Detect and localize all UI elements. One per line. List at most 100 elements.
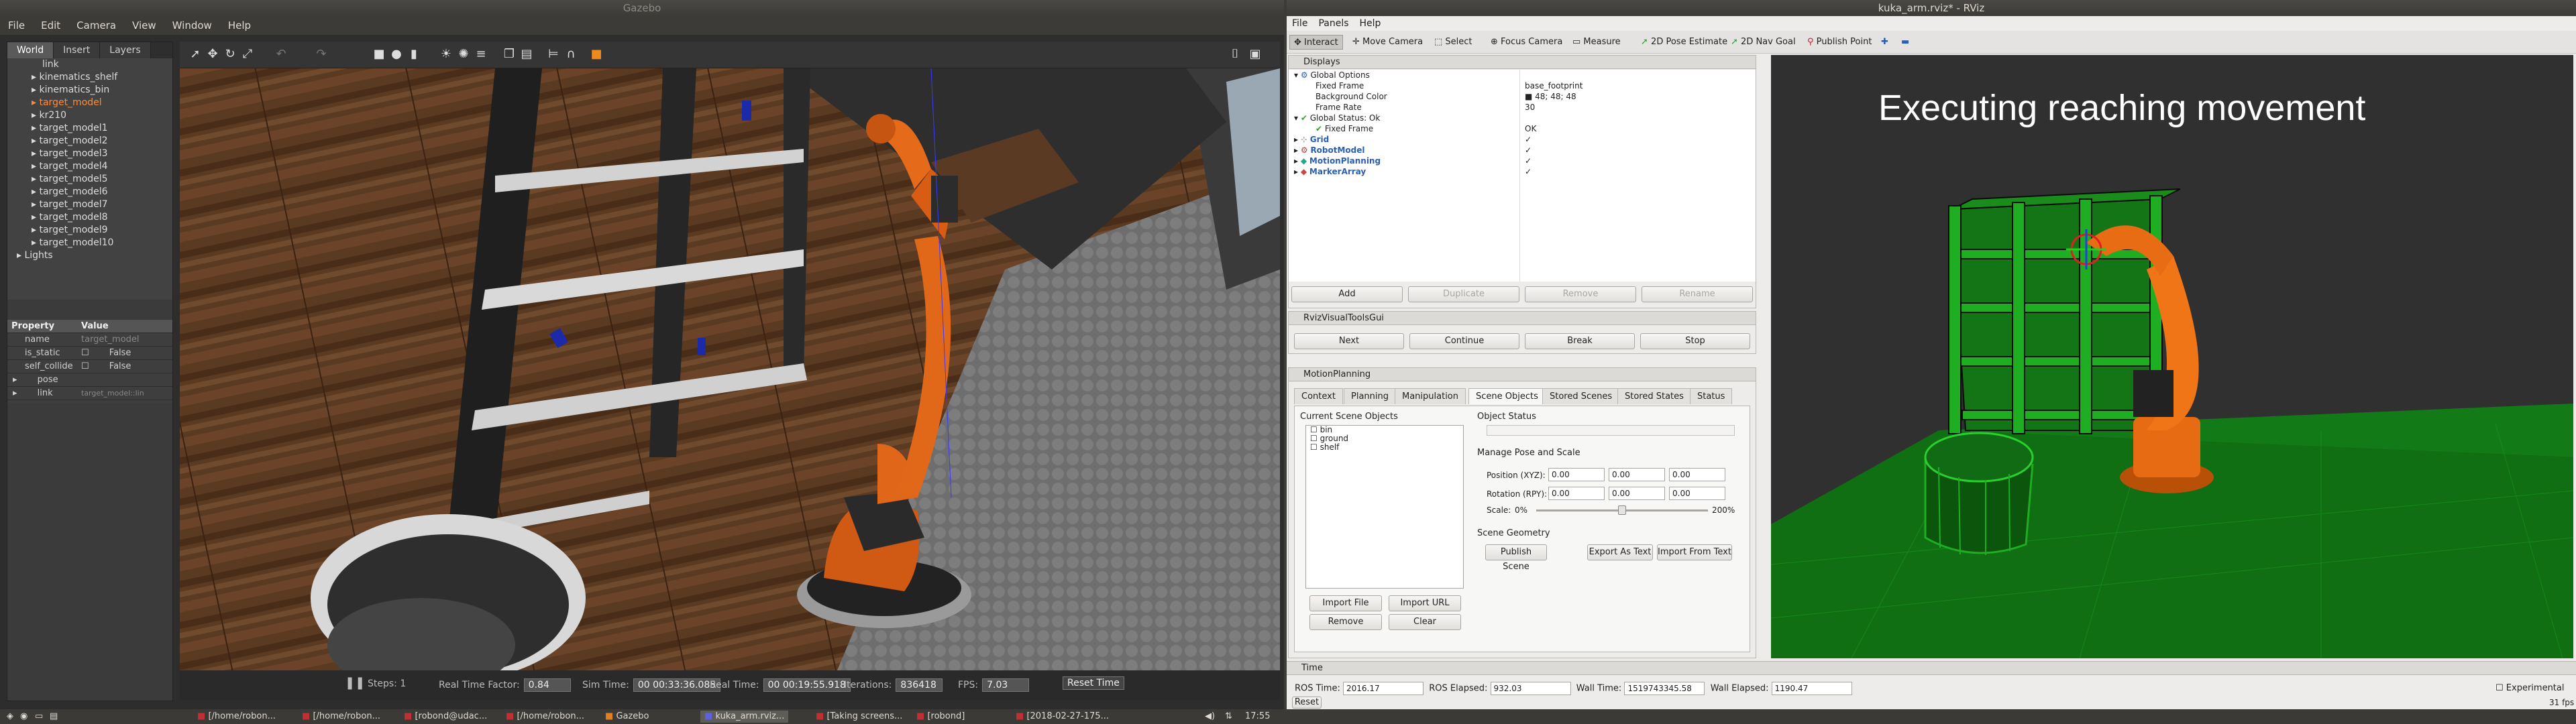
scale-icon[interactable]: ⤢ bbox=[240, 47, 255, 62]
taskbar-item[interactable]: ■ [robond@udac... bbox=[400, 711, 491, 723]
log-icon[interactable]: ▣ bbox=[1248, 47, 1263, 62]
position-y-input[interactable]: 0.00 bbox=[1609, 468, 1665, 481]
tab-insert[interactable]: Insert bbox=[54, 42, 101, 58]
terminal-icon[interactable]: ▭ bbox=[31, 711, 47, 723]
tree-item[interactable]: ▸ kinematics_shelf bbox=[7, 71, 172, 84]
continue-button[interactable]: Continue bbox=[1409, 333, 1519, 349]
tree-item-lights[interactable]: ▸ Lights bbox=[7, 249, 172, 262]
display-row[interactable]: ▸ ◆ MotionPlanning ✓ bbox=[1289, 156, 1756, 166]
display-row[interactable]: Frame Rate 30 bbox=[1289, 102, 1756, 113]
rotation-r-input[interactable]: 0.00 bbox=[1548, 487, 1605, 500]
display-checkbox[interactable]: ✓ bbox=[1525, 156, 1532, 166]
property-row[interactable]: is_static ☐ False bbox=[7, 347, 172, 360]
break-button[interactable]: Break bbox=[1525, 333, 1635, 349]
next-button[interactable]: Next bbox=[1294, 333, 1404, 349]
position-z-input[interactable]: 0.00 bbox=[1669, 468, 1725, 481]
taskbar-item[interactable]: ■ Gazebo bbox=[601, 711, 653, 723]
tree-item[interactable]: ▸ target_model8 bbox=[7, 211, 172, 224]
list-item[interactable]: ☐ shelf bbox=[1306, 443, 1463, 452]
tab-scene-objects[interactable]: Scene Objects bbox=[1468, 388, 1546, 404]
taskbar-item[interactable]: ■ [/home/robon... bbox=[502, 711, 588, 723]
rviz-3d-viewport[interactable]: Executing reaching movement bbox=[1771, 55, 2573, 658]
display-row[interactable]: ▸ ⚙ RobotModel ✓ bbox=[1289, 145, 1756, 156]
start-menu-icon[interactable]: ◈ bbox=[3, 711, 17, 723]
taskbar-item[interactable]: ■ [2018-02-27-175... bbox=[1012, 711, 1113, 723]
spot-light-icon[interactable]: ✺ bbox=[456, 47, 471, 62]
clock[interactable]: 17:55 bbox=[1241, 711, 1274, 723]
pose-estimate-tool[interactable]: ➚ 2D Pose Estimate bbox=[1637, 35, 1731, 50]
property-row[interactable]: name target_model bbox=[7, 333, 172, 347]
select-arrow-icon[interactable]: ➚ bbox=[188, 47, 203, 62]
directional-light-icon[interactable]: ≡ bbox=[474, 47, 488, 62]
taskbar-item[interactable]: ■ [/home/robon... bbox=[298, 711, 384, 723]
tab-stored-states[interactable]: Stored States bbox=[1617, 388, 1691, 404]
taskbar-item[interactable]: ■ [/home/robon... bbox=[193, 711, 280, 723]
tab-manipulation[interactable]: Manipulation bbox=[1395, 388, 1466, 404]
tree-item-link[interactable]: link bbox=[7, 58, 172, 71]
tree-item[interactable]: ▸ kr210 bbox=[7, 109, 172, 122]
tree-item[interactable]: ▸ target_model10 bbox=[7, 237, 172, 249]
point-light-icon[interactable]: ☀ bbox=[439, 47, 453, 62]
display-row[interactable]: Background Color ■ 48; 48; 48 bbox=[1289, 91, 1756, 102]
files-icon[interactable]: ▤ bbox=[46, 711, 62, 723]
snap-icon[interactable]: ∩ bbox=[564, 47, 578, 62]
clear-objects-button[interactable]: Clear bbox=[1389, 614, 1461, 630]
steps-field[interactable]: Steps: 1 bbox=[368, 678, 406, 689]
publish-point-tool[interactable]: ⚲ Publish Point bbox=[1803, 35, 1876, 50]
display-value[interactable]: base_footprint bbox=[1525, 80, 1582, 91]
property-row[interactable]: ▸ pose bbox=[7, 373, 172, 387]
display-checkbox[interactable]: ✓ bbox=[1525, 134, 1532, 145]
sphere-shape-icon[interactable]: ● bbox=[389, 47, 404, 62]
screenshot-camera-icon[interactable]: ⌷ bbox=[1228, 47, 1242, 62]
tab-stored-scenes[interactable]: Stored Scenes bbox=[1542, 388, 1620, 404]
focus-camera-tool[interactable]: ⊕ Focus Camera bbox=[1487, 35, 1566, 50]
tab-world[interactable]: World bbox=[7, 42, 54, 58]
undo-icon[interactable]: ↶ bbox=[274, 47, 288, 62]
cylinder-shape-icon[interactable]: ▮ bbox=[407, 47, 421, 62]
menu-window[interactable]: Window bbox=[164, 16, 220, 35]
tree-item-selected[interactable]: ▸ target_model bbox=[7, 97, 172, 109]
menu-help[interactable]: Help bbox=[220, 16, 259, 35]
scale-slider-thumb[interactable] bbox=[1618, 505, 1626, 515]
paste-icon[interactable]: ▤ bbox=[519, 47, 534, 62]
tree-item[interactable]: ▸ target_model9 bbox=[7, 224, 172, 237]
scale-slider[interactable] bbox=[1536, 505, 1708, 515]
nav-goal-tool[interactable]: ➚ 2D Nav Goal bbox=[1727, 35, 1800, 50]
display-row[interactable]: ▸ ◆ MarkerArray ✓ bbox=[1289, 166, 1756, 177]
reset-time-button[interactable]: Reset Time bbox=[1063, 676, 1124, 690]
display-row[interactable]: ✔ Fixed Frame OK bbox=[1289, 123, 1756, 134]
display-row[interactable]: ▾ ✔ Global Status: Ok bbox=[1289, 113, 1756, 123]
taskbar-item-active[interactable]: ■ kuka_arm.rviz... bbox=[700, 711, 789, 723]
display-checkbox[interactable]: ✓ bbox=[1525, 166, 1532, 177]
menu-edit[interactable]: Edit bbox=[33, 16, 68, 35]
self-collide-checkbox[interactable]: ☐ False bbox=[81, 360, 131, 373]
rotation-p-input[interactable]: 0.00 bbox=[1609, 487, 1665, 500]
interact-tool[interactable]: ✥ Interact bbox=[1289, 35, 1343, 50]
menu-view[interactable]: View bbox=[124, 16, 164, 35]
rotate-icon[interactable]: ↻ bbox=[223, 47, 237, 62]
taskbar-item[interactable]: ■ [Taking screens... bbox=[812, 711, 906, 723]
browser-icon[interactable]: ◉ bbox=[16, 711, 32, 723]
tree-item[interactable]: ▸ target_model4 bbox=[7, 160, 172, 173]
copy-icon[interactable]: ❐ bbox=[502, 47, 517, 62]
remove-tool-icon[interactable]: ▬ bbox=[1897, 35, 1913, 50]
import-file-button[interactable]: Import File bbox=[1309, 595, 1382, 611]
is-static-checkbox[interactable]: ☐ False bbox=[81, 347, 131, 359]
publish-scene-button[interactable]: Publish Scene bbox=[1485, 544, 1547, 572]
align-icon[interactable]: ⊨ bbox=[546, 47, 561, 62]
translate-icon[interactable]: ✥ bbox=[205, 47, 220, 62]
display-row[interactable]: Fixed Frame base_footprint bbox=[1289, 80, 1756, 91]
tab-planning[interactable]: Planning bbox=[1344, 388, 1396, 404]
pause-icon[interactable]: ❚❚ bbox=[345, 676, 365, 690]
display-value[interactable]: ■ 48; 48; 48 bbox=[1525, 91, 1576, 102]
menu-panels[interactable]: Panels bbox=[1313, 16, 1354, 31]
reset-button[interactable]: Reset bbox=[1292, 697, 1322, 709]
property-row[interactable]: self_collide ☐ False bbox=[7, 360, 172, 373]
rename-display-button[interactable]: Rename bbox=[1642, 286, 1753, 302]
import-from-text-button[interactable]: Import From Text bbox=[1657, 544, 1732, 560]
remove-object-button[interactable]: Remove bbox=[1309, 614, 1382, 630]
display-row[interactable]: ▸ ⊹ Grid ✓ bbox=[1289, 134, 1756, 145]
export-as-text-button[interactable]: Export As Text bbox=[1587, 544, 1653, 560]
add-display-button[interactable]: Add bbox=[1291, 286, 1403, 302]
change-view-icon[interactable]: ■ bbox=[589, 47, 604, 62]
